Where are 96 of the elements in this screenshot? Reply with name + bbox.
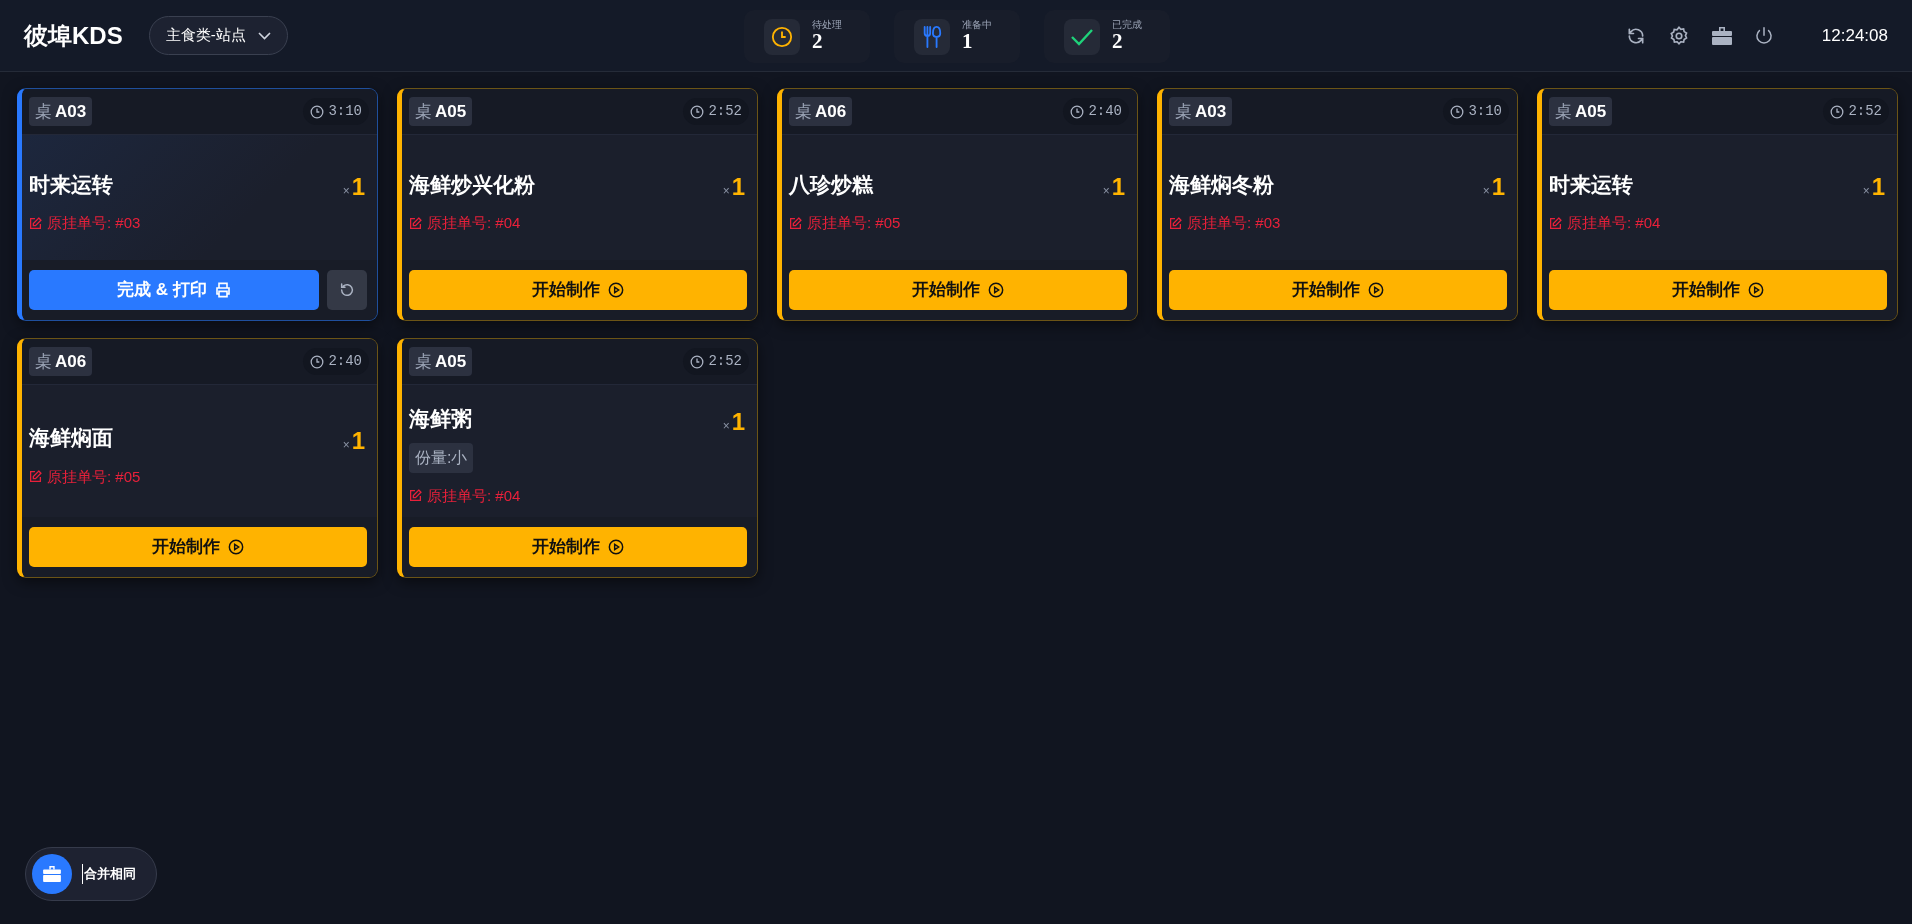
original-order-note: 原挂单号: #03 (1187, 213, 1281, 233)
dish-name: 八珍炒糕 (789, 171, 873, 198)
quantity-mark: × (722, 183, 730, 200)
edit-icon (1169, 216, 1182, 230)
stat-label: 准备中 (962, 19, 992, 31)
toolbox-icon (43, 866, 61, 882)
power-button[interactable] (1753, 25, 1774, 46)
quantity-mark: × (722, 417, 730, 435)
play-circle-icon (1748, 282, 1764, 298)
clock-icon (1830, 104, 1845, 119)
quantity: 1 (351, 175, 365, 199)
play-circle-icon (608, 282, 624, 298)
refresh-icon (1625, 25, 1646, 46)
quantity-mark: × (1102, 183, 1110, 200)
play-circle-icon (608, 539, 624, 555)
clock-time: 12:24:08 (1821, 24, 1888, 47)
original-order-note: 原挂单号: #03 (47, 213, 141, 233)
elapsed-time: 2:40 (328, 352, 362, 371)
quantity-mark: × (1482, 183, 1490, 200)
start-cooking-button[interactable]: 开始制作 (29, 527, 367, 567)
merge-same-button[interactable]: 合并相同 (25, 847, 157, 901)
table-tag: 桌 A03 (1169, 96, 1233, 127)
play-circle-icon (228, 539, 244, 555)
edit-icon (789, 216, 802, 230)
elapsed-time: 3:10 (1468, 102, 1502, 121)
clock-icon (1450, 104, 1465, 119)
stat-label: 待处理 (812, 19, 842, 31)
table-tag: 桌 A05 (1549, 96, 1613, 127)
clock-icon (690, 104, 705, 119)
toolbox-button[interactable] (1711, 26, 1732, 45)
printer-icon (214, 282, 231, 298)
table-tag: 桌 A06 (789, 96, 853, 127)
original-order-note: 原挂单号: #04 (1567, 213, 1661, 233)
settings-button[interactable] (1667, 24, 1690, 47)
table-tag: 桌 A05 (409, 346, 473, 377)
dish-name: 时来运转 (29, 171, 113, 198)
clock-icon (310, 354, 325, 369)
stat-count: 1 (962, 30, 973, 54)
play-circle-icon (1368, 282, 1384, 298)
dish-name: 时来运转 (1549, 171, 1633, 198)
power-icon (1753, 25, 1774, 46)
start-cooking-button[interactable]: 开始制作 (409, 270, 747, 310)
edit-icon (409, 216, 422, 230)
elapsed-time: 3:10 (328, 102, 362, 121)
edit-icon (409, 489, 422, 503)
quantity: 1 (1491, 175, 1505, 199)
original-order-note: 原挂单号: #04 (427, 213, 521, 233)
option-tag: 份量:小 (409, 442, 474, 473)
elapsed-time: 2:40 (1088, 102, 1122, 121)
elapsed-time: 2:52 (708, 352, 742, 371)
start-cooking-button[interactable]: 开始制作 (789, 270, 1127, 310)
chevron-down-icon (257, 31, 271, 40)
original-order-note: 原挂单号: #05 (47, 466, 141, 487)
undo-icon (339, 282, 355, 298)
dish-name: 海鲜粥 (409, 406, 472, 432)
table-tag: 桌 A06 (29, 346, 93, 377)
clock-icon (310, 104, 325, 119)
checkmark-icon (1071, 27, 1093, 46)
dish-name: 海鲜焖冬粉 (1169, 171, 1274, 198)
edit-icon (29, 470, 42, 484)
toolbox-icon (1711, 26, 1732, 45)
clock-icon (1070, 104, 1085, 119)
quantity: 1 (731, 175, 745, 199)
refresh-button[interactable] (1625, 25, 1646, 46)
settings-icon (1667, 24, 1690, 47)
clock-icon (771, 25, 793, 48)
original-order-note: 原挂单号: #05 (807, 213, 901, 233)
station-dropdown[interactable]: 主食类-站点 (148, 16, 288, 55)
dish-name: 海鲜炒兴化粉 (409, 171, 535, 198)
stat-count: 2 (812, 30, 824, 54)
finish-print-button[interactable]: 完成 & 打印 (29, 270, 319, 310)
clock-icon (690, 354, 705, 369)
table-tag: 桌 A05 (409, 96, 473, 127)
quantity: 1 (1871, 175, 1885, 199)
edit-icon (29, 216, 42, 230)
start-cooking-button[interactable]: 开始制作 (1549, 270, 1887, 310)
quantity: 1 (731, 409, 745, 434)
start-cooking-button[interactable]: 开始制作 (1169, 270, 1507, 310)
quantity-mark: × (1862, 183, 1870, 200)
edit-icon (1549, 216, 1562, 230)
original-order-note: 原挂单号: #04 (427, 485, 521, 506)
quantity: 1 (1111, 175, 1125, 199)
stat-count: 2 (1112, 30, 1124, 54)
quantity-mark: × (342, 183, 350, 200)
fork-spoon-icon (922, 25, 942, 48)
stat-label: 已完成 (1112, 19, 1142, 31)
elapsed-time: 2:52 (708, 102, 742, 121)
elapsed-time: 2:52 (1848, 102, 1882, 121)
table-tag: 桌 A03 (29, 96, 93, 127)
quantity: 1 (351, 428, 365, 453)
app-title: 彼埠KDS (24, 20, 123, 51)
play-circle-icon (988, 282, 1004, 298)
quantity-mark: × (342, 436, 350, 454)
start-cooking-button[interactable]: 开始制作 (409, 527, 747, 567)
undo-button[interactable] (327, 270, 367, 310)
dish-name: 海鲜焖面 (29, 425, 113, 451)
